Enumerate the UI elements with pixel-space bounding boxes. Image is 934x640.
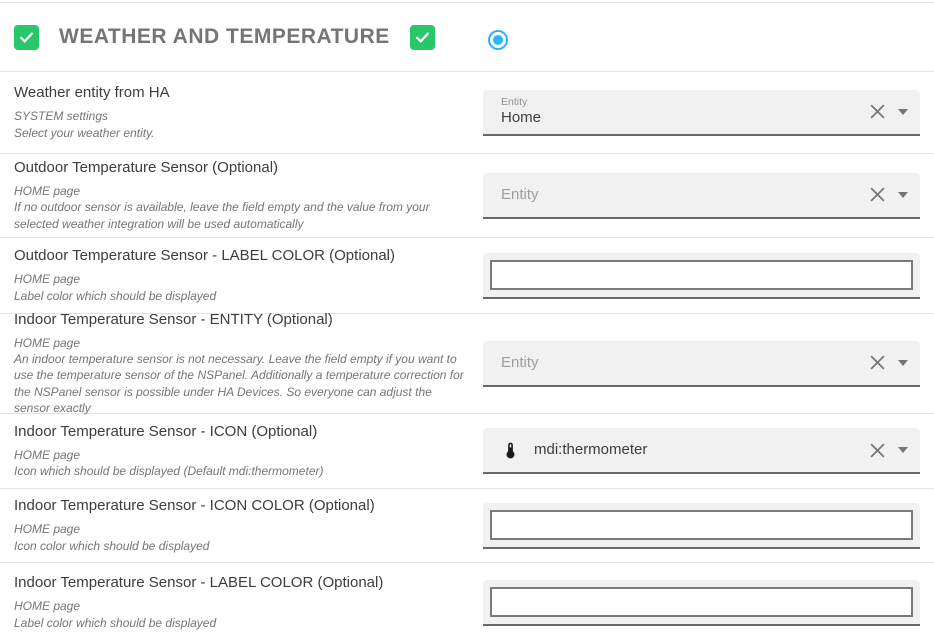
select-icons bbox=[870, 443, 908, 458]
chevron-down-icon[interactable] bbox=[898, 360, 908, 366]
row-info: Indoor Temperature Sensor - ICON COLOR (… bbox=[0, 497, 483, 553]
text-field-container bbox=[483, 503, 920, 549]
setting-title: Outdoor Temperature Sensor - LABEL COLOR… bbox=[14, 247, 465, 264]
clear-icon[interactable] bbox=[870, 104, 885, 119]
label-color-input[interactable] bbox=[490, 587, 913, 617]
row-control bbox=[483, 253, 920, 299]
chevron-down-icon[interactable] bbox=[898, 109, 908, 115]
select-content: Entity bbox=[501, 354, 870, 371]
row-control bbox=[483, 503, 920, 549]
setting-description: An indoor temperature sensor is not nece… bbox=[14, 351, 465, 416]
setting-description: Select your weather entity. bbox=[14, 125, 465, 141]
label-color-input[interactable] bbox=[490, 260, 913, 290]
chevron-down-icon[interactable] bbox=[898, 192, 908, 198]
entity-select[interactable]: Entity bbox=[483, 173, 920, 219]
setting-context: HOME page bbox=[14, 271, 465, 287]
row-info: Outdoor Temperature Sensor - LABEL COLOR… bbox=[0, 247, 483, 303]
entity-select[interactable]: Entity bbox=[483, 341, 920, 387]
setting-description: Label color which should be displayed bbox=[14, 615, 465, 631]
setting-row-outdoor-label-color: Outdoor Temperature Sensor - LABEL COLOR… bbox=[0, 238, 934, 314]
clear-icon[interactable] bbox=[870, 187, 885, 202]
setting-title: Indoor Temperature Sensor - ICON COLOR (… bbox=[14, 497, 465, 514]
row-control bbox=[483, 580, 920, 626]
setting-description: Label color which should be displayed bbox=[14, 288, 465, 304]
setting-context: SYSTEM settings bbox=[14, 108, 465, 124]
setting-row-weather-entity: Weather entity from HA SYSTEM settings S… bbox=[0, 72, 934, 154]
setting-description: If no outdoor sensor is available, leave… bbox=[14, 199, 465, 231]
select-value: Home bbox=[501, 109, 870, 128]
setting-row-indoor-icon-color: Indoor Temperature Sensor - ICON COLOR (… bbox=[0, 489, 934, 563]
select-content: Entity bbox=[501, 186, 870, 203]
row-info: Weather entity from HA SYSTEM settings S… bbox=[0, 84, 483, 140]
select-content: mdi:thermometer bbox=[501, 441, 870, 460]
icon-select[interactable]: mdi:thermometer bbox=[483, 428, 920, 474]
setting-description: Icon color which should be displayed bbox=[14, 538, 465, 554]
select-icons bbox=[870, 104, 908, 119]
section-title: WEATHER AND TEMPERATURE bbox=[59, 25, 390, 49]
row-info: Outdoor Temperature Sensor (Optional) HO… bbox=[0, 159, 483, 232]
setting-row-indoor-icon: Indoor Temperature Sensor - ICON (Option… bbox=[0, 414, 934, 489]
setting-title: Weather entity from HA bbox=[14, 84, 465, 101]
row-control: Entity bbox=[483, 341, 920, 387]
chevron-down-icon[interactable] bbox=[898, 447, 908, 453]
setting-row-outdoor-sensor: Outdoor Temperature Sensor (Optional) HO… bbox=[0, 154, 934, 238]
setting-context: HOME page bbox=[14, 598, 465, 614]
select-value: mdi:thermometer bbox=[534, 441, 647, 460]
text-field-container bbox=[483, 253, 920, 299]
icon-color-input[interactable] bbox=[490, 510, 913, 540]
entity-select[interactable]: Entity Home bbox=[483, 90, 920, 136]
row-info: Indoor Temperature Sensor - ICON (Option… bbox=[0, 423, 483, 479]
row-info: Indoor Temperature Sensor - ENTITY (Opti… bbox=[0, 311, 483, 416]
check-icon bbox=[18, 29, 35, 46]
section-enabled-checkbox-left[interactable] bbox=[14, 25, 39, 50]
thermometer-icon bbox=[501, 441, 520, 460]
setting-title: Outdoor Temperature Sensor (Optional) bbox=[14, 159, 465, 176]
row-info: Indoor Temperature Sensor - LABEL COLOR … bbox=[0, 574, 483, 630]
setting-description: Icon which should be displayed (Default … bbox=[14, 463, 465, 479]
row-control: Entity bbox=[483, 173, 920, 219]
setting-row-indoor-label-color: Indoor Temperature Sensor - LABEL COLOR … bbox=[0, 563, 934, 640]
setting-title: Indoor Temperature Sensor - LABEL COLOR … bbox=[14, 574, 465, 591]
check-icon bbox=[414, 29, 431, 46]
clear-icon[interactable] bbox=[870, 443, 885, 458]
section-enabled-checkbox-right[interactable] bbox=[410, 25, 435, 50]
setting-title: Indoor Temperature Sensor - ICON (Option… bbox=[14, 423, 465, 440]
settings-page: WEATHER AND TEMPERATURE Weather entity f… bbox=[0, 0, 934, 640]
select-placeholder: Entity bbox=[501, 354, 870, 371]
clear-icon[interactable] bbox=[870, 355, 885, 370]
select-floating-label: Entity bbox=[501, 96, 870, 109]
text-field-container bbox=[483, 580, 920, 626]
row-control: mdi:thermometer bbox=[483, 428, 920, 474]
section-header: WEATHER AND TEMPERATURE bbox=[0, 2, 934, 72]
select-placeholder: Entity bbox=[501, 186, 870, 203]
section-radio-button[interactable] bbox=[488, 30, 508, 50]
select-icons bbox=[870, 355, 908, 370]
select-content: Entity Home bbox=[501, 96, 870, 128]
select-value-row: mdi:thermometer bbox=[501, 441, 870, 460]
radio-dot bbox=[493, 35, 503, 45]
setting-title: Indoor Temperature Sensor - ENTITY (Opti… bbox=[14, 311, 465, 328]
setting-context: HOME page bbox=[14, 521, 465, 537]
setting-row-indoor-entity: Indoor Temperature Sensor - ENTITY (Opti… bbox=[0, 314, 934, 414]
setting-context: HOME page bbox=[14, 447, 465, 463]
setting-context: HOME page bbox=[14, 183, 465, 199]
setting-context: HOME page bbox=[14, 335, 465, 351]
select-icons bbox=[870, 187, 908, 202]
row-control: Entity Home bbox=[483, 90, 920, 136]
